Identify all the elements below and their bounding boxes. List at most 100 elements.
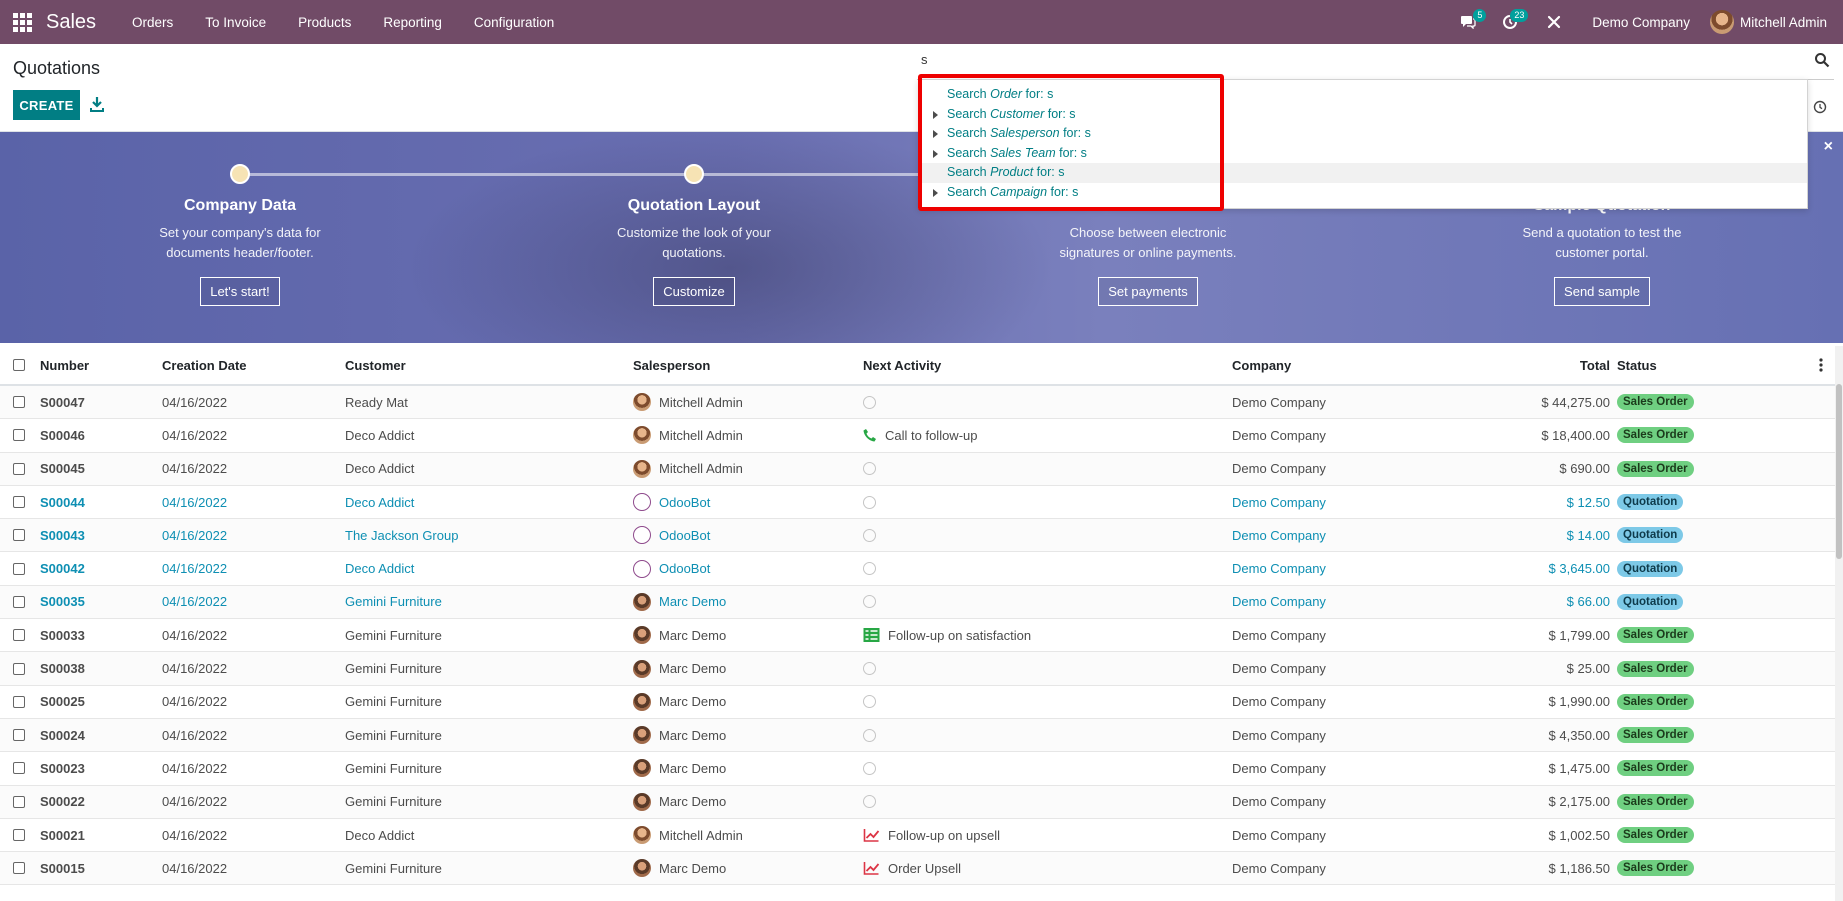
salesperson-avatar[interactable] bbox=[633, 726, 651, 745]
table-row[interactable]: S00045 04/16/2022 Deco Addict Mitchell Admi… bbox=[0, 452, 1835, 486]
salesperson-avatar[interactable] bbox=[633, 559, 651, 578]
next-activity-cell[interactable] bbox=[863, 652, 884, 684]
salesperson-avatar[interactable] bbox=[633, 692, 651, 711]
row-checkbox[interactable] bbox=[13, 695, 25, 708]
next-activity-cell[interactable]: Follow-up on upsell bbox=[863, 819, 1000, 851]
order-number[interactable]: S00025 bbox=[40, 686, 85, 718]
col-next-activity[interactable]: Next Activity bbox=[863, 346, 941, 384]
activity-clock-icon[interactable] bbox=[863, 728, 884, 742]
menu-reporting[interactable]: Reporting bbox=[367, 15, 458, 30]
salesperson-avatar[interactable] bbox=[633, 859, 651, 878]
table-row[interactable]: S00025 04/16/2022 Gemini Furniture Marc Dem… bbox=[0, 686, 1835, 719]
col-company[interactable]: Company bbox=[1232, 346, 1291, 384]
table-row[interactable]: S00023 04/16/2022 Gemini Furniture Marc Dem… bbox=[0, 752, 1835, 786]
order-number[interactable]: S00043 bbox=[40, 519, 85, 551]
app-menu-icon[interactable] bbox=[0, 0, 44, 44]
menu-to-invoice[interactable]: To Invoice bbox=[189, 15, 282, 30]
next-activity-cell[interactable] bbox=[863, 552, 884, 584]
table-row[interactable]: S00024 04/16/2022 Gemini Furniture Marc Dem… bbox=[0, 718, 1835, 753]
table-row[interactable]: S00021 04/16/2022 Deco Addict Mitchell Admi… bbox=[0, 819, 1835, 853]
user-menu[interactable]: Mitchell Admin bbox=[1709, 10, 1843, 34]
row-checkbox[interactable] bbox=[13, 595, 25, 608]
row-checkbox[interactable] bbox=[13, 729, 25, 742]
next-activity-cell[interactable] bbox=[863, 519, 884, 551]
salesperson-avatar[interactable] bbox=[633, 592, 651, 611]
app-name[interactable]: Sales bbox=[46, 11, 96, 34]
order-number[interactable]: S00035 bbox=[40, 586, 85, 618]
expand-caret-icon[interactable] bbox=[933, 110, 938, 119]
table-row[interactable]: S00044 04/16/2022 Deco Addict OdooBot Demo C… bbox=[0, 486, 1835, 520]
salesperson-avatar[interactable] bbox=[633, 759, 651, 778]
row-checkbox[interactable] bbox=[13, 829, 25, 841]
company-switcher[interactable]: Demo Company bbox=[1572, 15, 1710, 30]
next-activity-cell[interactable] bbox=[863, 752, 884, 784]
optional-columns-icon[interactable] bbox=[1819, 346, 1823, 384]
autocomplete-item-campaign[interactable]: Search Campaign for: s bbox=[919, 183, 1807, 203]
salesperson-avatar[interactable] bbox=[633, 659, 651, 678]
next-activity-cell[interactable] bbox=[863, 786, 884, 818]
menu-orders[interactable]: Orders bbox=[116, 15, 189, 30]
autocomplete-item-customer[interactable]: Search Customer for: s bbox=[919, 105, 1807, 125]
table-row[interactable]: S00022 04/16/2022 Gemini Furniture Marc Dem… bbox=[0, 785, 1835, 819]
salesperson-avatar[interactable] bbox=[633, 459, 651, 478]
activities-icon[interactable]: 23 bbox=[1492, 0, 1529, 44]
activity-clock-icon[interactable] bbox=[863, 695, 884, 709]
salesperson-avatar[interactable] bbox=[633, 792, 651, 811]
activity-clock-icon[interactable] bbox=[863, 495, 884, 509]
activity-clock-icon[interactable] bbox=[863, 761, 884, 775]
order-number[interactable]: S00033 bbox=[40, 619, 85, 651]
next-activity-cell[interactable] bbox=[863, 486, 884, 518]
menu-products[interactable]: Products bbox=[282, 15, 367, 30]
menu-configuration[interactable]: Configuration bbox=[458, 15, 570, 30]
row-checkbox[interactable] bbox=[13, 662, 25, 675]
salesperson-avatar[interactable] bbox=[633, 826, 651, 844]
row-checkbox[interactable] bbox=[13, 396, 25, 409]
next-activity-cell[interactable] bbox=[863, 719, 884, 751]
order-number[interactable]: S00022 bbox=[40, 786, 85, 818]
col-number[interactable]: Number bbox=[40, 346, 89, 384]
expand-caret-icon[interactable] bbox=[933, 188, 938, 197]
row-checkbox[interactable] bbox=[13, 562, 25, 575]
autocomplete-item-order[interactable]: Search Order for: s bbox=[919, 85, 1807, 105]
messages-icon[interactable]: 5 bbox=[1450, 0, 1487, 44]
activity-clock-icon[interactable] bbox=[863, 562, 884, 576]
activity-clock-icon[interactable] bbox=[863, 528, 884, 542]
autocomplete-item-product[interactable]: Search Product for: s bbox=[919, 163, 1807, 183]
activity-tasks-icon[interactable] bbox=[863, 628, 888, 643]
close-banner-icon[interactable]: × bbox=[1824, 138, 1833, 156]
activity-clock-icon[interactable] bbox=[863, 795, 884, 809]
next-activity-cell[interactable] bbox=[863, 586, 884, 618]
activity-chart-icon[interactable] bbox=[863, 861, 888, 876]
row-checkbox[interactable] bbox=[13, 462, 25, 475]
order-number[interactable]: S00042 bbox=[40, 552, 85, 584]
next-activity-cell[interactable] bbox=[863, 686, 884, 718]
create-button[interactable]: CREATE bbox=[13, 90, 80, 120]
table-row[interactable]: S00035 04/16/2022 Gemini Furniture Marc Dem… bbox=[0, 585, 1835, 620]
next-activity-cell[interactable] bbox=[863, 453, 884, 485]
col-total[interactable]: Total bbox=[1580, 346, 1610, 384]
salesperson-avatar[interactable] bbox=[633, 393, 651, 412]
customize-button[interactable]: Customize bbox=[653, 277, 735, 306]
order-number[interactable]: S00021 bbox=[40, 819, 85, 851]
scrollbar-thumb[interactable] bbox=[1836, 384, 1842, 559]
select-all-checkbox[interactable] bbox=[13, 359, 25, 371]
table-row[interactable]: S00043 04/16/2022 The Jackson Group OdooBot… bbox=[0, 519, 1835, 553]
row-checkbox[interactable] bbox=[13, 862, 25, 875]
salesperson-avatar[interactable] bbox=[633, 526, 651, 545]
col-creation-date[interactable]: Creation Date bbox=[162, 346, 247, 384]
order-number[interactable]: S00023 bbox=[40, 752, 85, 784]
row-checkbox[interactable] bbox=[13, 496, 25, 509]
salesperson-avatar[interactable] bbox=[633, 493, 651, 512]
order-number[interactable]: S00045 bbox=[40, 453, 85, 485]
col-salesperson[interactable]: Salesperson bbox=[633, 346, 710, 384]
salesperson-avatar[interactable] bbox=[633, 426, 651, 445]
send-sample-button[interactable]: Send sample bbox=[1554, 277, 1650, 306]
order-number[interactable]: S00038 bbox=[40, 652, 85, 684]
activity-clock-icon[interactable] bbox=[863, 462, 884, 476]
row-checkbox[interactable] bbox=[13, 795, 25, 808]
expand-caret-icon[interactable] bbox=[933, 149, 938, 158]
order-number[interactable]: S00047 bbox=[40, 386, 85, 418]
activity-phone-icon[interactable] bbox=[863, 428, 885, 442]
set-payments-button[interactable]: Set payments bbox=[1098, 277, 1198, 306]
col-status[interactable]: Status bbox=[1617, 346, 1657, 384]
